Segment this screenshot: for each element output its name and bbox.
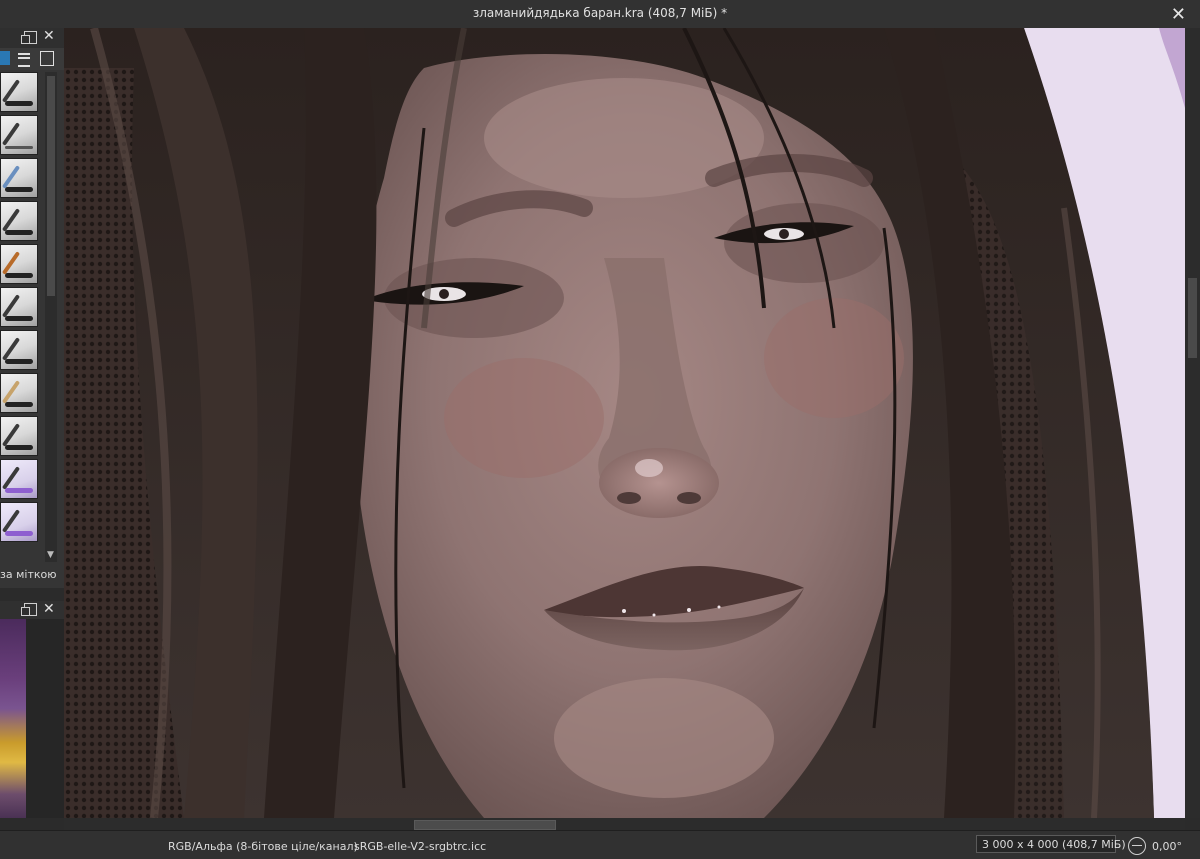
rotation-icon[interactable] <box>1128 837 1146 855</box>
title-bar: зламанийдядька баран.kra (408,7 МіБ) * ✕ <box>0 0 1200 29</box>
rotation-angle[interactable]: 0,00° <box>1152 840 1182 853</box>
brush-preset[interactable] <box>0 287 38 327</box>
scroll-down-icon[interactable]: ▼ <box>47 550 54 560</box>
tag-filter-label: за міткою <box>0 568 57 581</box>
overview-thumbnail[interactable] <box>0 619 26 818</box>
brush-preset[interactable] <box>0 201 38 241</box>
overview-docker: ✕ <box>0 601 65 818</box>
brush-preset[interactable] <box>0 330 38 370</box>
scrollbar-thumb[interactable] <box>47 76 55 296</box>
brush-preset[interactable] <box>0 502 38 542</box>
color-profile-label[interactable]: sRGB-elle-V2-srgbtrc.icc <box>354 840 486 853</box>
menu-icon[interactable] <box>18 53 30 67</box>
docker-header: ✕ <box>0 28 64 48</box>
brush-preset[interactable] <box>0 373 38 413</box>
docker-header: ✕ <box>0 601 64 619</box>
close-icon[interactable]: ✕ <box>1171 4 1186 25</box>
color-space-label[interactable]: RGB/Альфа (8-бітове ціле/канал) <box>168 840 358 853</box>
scrollbar-thumb[interactable] <box>414 820 556 830</box>
brush-preset[interactable] <box>0 459 38 499</box>
close-icon[interactable]: ✕ <box>43 28 55 44</box>
brush-preset[interactable] <box>0 244 38 284</box>
image-size-field[interactable]: 3 000 x 4 000 (408,7 МіБ) <box>976 835 1126 853</box>
preset-scrollbar[interactable]: ▼ <box>45 72 57 562</box>
scrollbar-thumb[interactable] <box>1188 278 1197 358</box>
brush-preset[interactable] <box>0 416 38 456</box>
lock-icon[interactable] <box>40 51 54 66</box>
close-icon[interactable]: ✕ <box>43 601 55 617</box>
window-title: зламанийдядька баран.kra (408,7 МіБ) * <box>472 6 728 20</box>
canvas[interactable] <box>64 28 1185 818</box>
float-icon[interactable] <box>21 603 37 616</box>
preset-list <box>0 72 40 562</box>
image-size-text: 3 000 x 4 000 (408,7 МіБ) <box>982 838 1126 851</box>
painting <box>64 28 1185 818</box>
brush-presets-docker: ✕ ▼ за міткою <box>0 28 65 588</box>
status-bar: RGB/Альфа (8-бітове ціле/канал) sRGB-ell… <box>0 830 1200 859</box>
brush-preset[interactable] <box>0 158 38 198</box>
tag-dropdown[interactable] <box>0 51 10 65</box>
docker-toolbar <box>0 48 64 70</box>
canvas-vertical-scrollbar[interactable] <box>1185 28 1200 818</box>
brush-preset[interactable] <box>0 72 38 112</box>
brush-preset[interactable] <box>0 115 38 155</box>
float-icon[interactable] <box>21 31 37 44</box>
canvas-horizontal-scrollbar[interactable] <box>64 818 1185 830</box>
